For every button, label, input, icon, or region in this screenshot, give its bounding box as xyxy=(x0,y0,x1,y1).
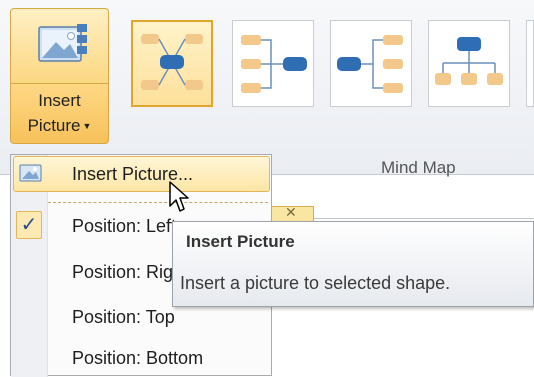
tooltip-title: Insert Picture xyxy=(186,232,295,251)
menu-item-position-bottom[interactable]: Position: Bottom xyxy=(72,348,203,369)
insert-picture-label-line1: Insert xyxy=(38,91,81,110)
picture-icon xyxy=(19,163,43,188)
layout-mindmap-tile[interactable] xyxy=(131,20,213,107)
org-chart-layout-icon xyxy=(435,37,503,85)
insert-picture-label-line2: Picture xyxy=(27,116,81,135)
group-label-mind-map: Mind Map xyxy=(381,158,456,177)
mouse-cursor-icon xyxy=(168,180,190,219)
check-icon: ✓ xyxy=(16,211,42,239)
chevron-down-icon: ▼ xyxy=(82,121,92,132)
close-icon[interactable]: ✕ xyxy=(285,204,297,221)
insert-picture-button-main[interactable] xyxy=(10,8,109,84)
mindmap-layout-icon xyxy=(141,34,203,90)
insert-picture-dropdown-button[interactable]: Insert Picture ▼ xyxy=(10,84,109,144)
tooltip-description: Insert a picture to selected shape. xyxy=(180,273,451,293)
menu-item-position-right[interactable]: Position: Right xyxy=(72,262,188,283)
menu-item-position-top[interactable]: Position: Top xyxy=(72,307,175,328)
layout-org-chart-tile[interactable] xyxy=(428,20,510,107)
layout-right-map-tile[interactable] xyxy=(232,20,314,107)
left-map-layout-icon xyxy=(337,35,403,93)
picture-icon xyxy=(38,24,87,62)
right-map-layout-icon xyxy=(241,35,307,93)
layout-more-tile[interactable] xyxy=(526,20,534,107)
layout-left-map-tile[interactable] xyxy=(330,20,412,107)
menu-separator xyxy=(48,202,268,203)
menu-item-position-left[interactable]: Position: Left xyxy=(72,216,176,237)
